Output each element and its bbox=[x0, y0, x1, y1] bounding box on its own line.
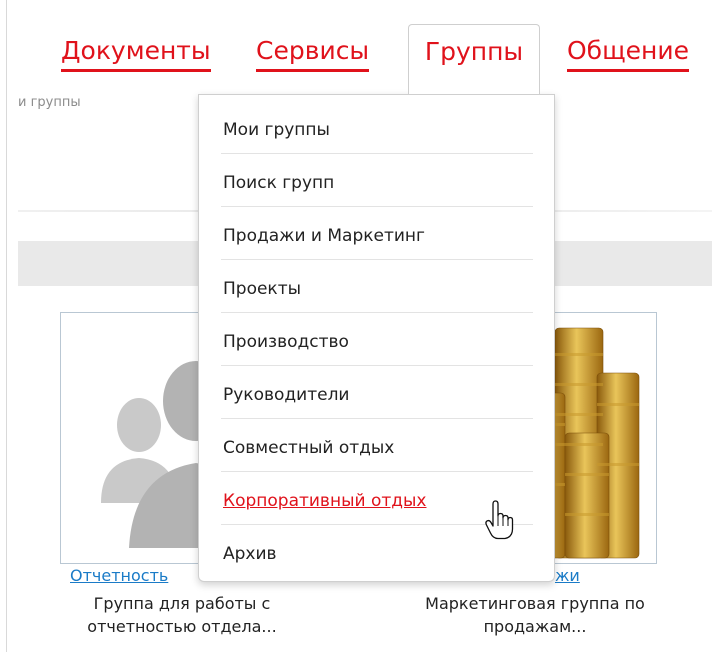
menu-item-joint-leisure[interactable]: Совместный отдых bbox=[223, 438, 394, 458]
group-description-reporting-line2: отчетностью отдела... bbox=[87, 617, 277, 636]
group-link-reporting[interactable]: Отчетность bbox=[70, 566, 168, 585]
menu-item-production[interactable]: Производство bbox=[223, 332, 349, 352]
menu-divider bbox=[221, 153, 533, 154]
breadcrumb: и группы bbox=[18, 95, 81, 110]
group-description-reporting-line1: Группа для работы с bbox=[93, 594, 271, 613]
tab-communication-underline bbox=[567, 69, 689, 72]
menu-item-projects[interactable]: Проекты bbox=[223, 279, 301, 299]
group-description-sales-line1: Маркетинговая группа по bbox=[425, 594, 645, 613]
group-description-sales: Маркетинговая группа по продажам... bbox=[385, 592, 685, 638]
hand-pointer-icon bbox=[485, 500, 514, 540]
tab-documents[interactable]: Документы bbox=[61, 36, 211, 72]
menu-item-sales-marketing[interactable]: Продажи и Маркетинг bbox=[223, 226, 425, 246]
tab-communication-label: Общение bbox=[567, 36, 689, 65]
tab-services-underline bbox=[256, 69, 370, 72]
tab-services[interactable]: Сервисы bbox=[256, 36, 370, 72]
tab-communication[interactable]: Общение bbox=[567, 36, 689, 72]
menu-item-managers[interactable]: Руководители bbox=[223, 385, 349, 405]
menu-divider bbox=[221, 206, 533, 207]
group-description-sales-line2: продажам... bbox=[483, 617, 587, 636]
menu-item-search-groups[interactable]: Поиск групп bbox=[223, 173, 334, 193]
group-description-reporting: Группа для работы с отчетностью отдела..… bbox=[42, 592, 322, 638]
tab-documents-label: Документы bbox=[61, 36, 211, 65]
group-link-sales[interactable]: жи bbox=[555, 566, 580, 585]
menu-item-corporate-leisure[interactable]: Корпоративный отдых bbox=[223, 491, 427, 511]
menu-divider bbox=[221, 312, 533, 313]
tab-groups-label: Группы bbox=[424, 37, 524, 66]
menu-divider bbox=[221, 365, 533, 366]
tab-groups[interactable]: Группы bbox=[408, 24, 540, 94]
menu-item-archive[interactable]: Архив bbox=[223, 544, 277, 564]
menu-item-my-groups[interactable]: Мои группы bbox=[223, 120, 330, 140]
menu-divider bbox=[221, 418, 533, 419]
tab-services-label: Сервисы bbox=[256, 36, 370, 65]
tab-documents-underline bbox=[61, 69, 211, 72]
menu-divider bbox=[221, 471, 533, 472]
menu-divider bbox=[221, 259, 533, 260]
page-left-border bbox=[6, 0, 7, 652]
